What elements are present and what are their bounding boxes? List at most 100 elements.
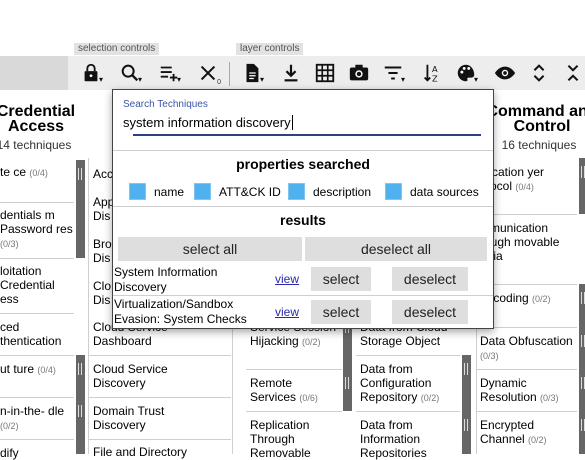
result-select-button[interactable]: select xyxy=(311,300,371,324)
filter-icon[interactable]: ▾ xyxy=(380,59,406,87)
select-all-button[interactable]: select all xyxy=(118,237,302,261)
multiselect-icon[interactable]: ▾ xyxy=(156,59,182,87)
cell-divider xyxy=(0,397,74,398)
expand-icon[interactable] xyxy=(526,59,552,87)
technique-name: Clo Dis xyxy=(93,279,112,307)
technique-cell[interactable]: Bro Dis xyxy=(93,237,113,265)
technique-cell[interactable]: te ce (0/4) xyxy=(0,165,72,180)
technique-name: n-in-the- dle xyxy=(0,404,65,418)
technique-name: File and Directory xyxy=(93,445,188,459)
lock-icon[interactable]: ▾ xyxy=(78,59,104,87)
technique-count: (0/4) xyxy=(29,168,48,178)
subtechnique-toggle[interactable] xyxy=(76,355,85,397)
deselect-all-button[interactable]: deselect all xyxy=(305,237,487,261)
camera-icon[interactable] xyxy=(346,59,372,87)
cell-divider xyxy=(356,411,460,412)
subtechnique-toggle[interactable] xyxy=(462,355,471,411)
technique-cell[interactable]: n-in-the- dle (0/2) xyxy=(0,404,72,433)
technique-cell[interactable]: dentials m Password res (0/3) xyxy=(0,208,76,251)
technique-cell[interactable]: mmunication rough movable edia xyxy=(480,221,576,263)
result-select-button[interactable]: select xyxy=(311,267,371,291)
result-name: System Information Discovery xyxy=(114,265,218,294)
deselect-count: 0 xyxy=(217,79,221,86)
technique-count: (0/2) xyxy=(302,337,321,347)
subtechnique-toggle[interactable] xyxy=(579,369,585,411)
technique-name: loitation Credential ess xyxy=(0,264,55,306)
toolbar-separator xyxy=(229,62,230,86)
cell-divider xyxy=(0,313,74,314)
technique-cell[interactable]: Remote Services (0/6) xyxy=(250,376,340,405)
svg-text:Z: Z xyxy=(432,73,438,83)
result-deselect-button[interactable]: deselect xyxy=(392,300,468,324)
technique-count: (0/2) xyxy=(0,421,19,431)
technique-name: ut ture xyxy=(0,362,35,376)
result-view-link[interactable]: view xyxy=(275,305,299,319)
technique-cell[interactable]: Encrypted Channel (0/2) xyxy=(480,418,576,447)
layer-controls-label: layer controls xyxy=(236,43,304,55)
color-icon[interactable]: ▾ xyxy=(453,59,479,87)
toolbar-left-strip xyxy=(0,56,68,90)
subtechnique-toggle[interactable] xyxy=(76,397,85,454)
property-data-sources-checkbox[interactable]: data sources xyxy=(385,183,479,200)
cell-divider xyxy=(89,397,231,398)
download-icon[interactable] xyxy=(278,59,304,87)
result-view-link[interactable]: view xyxy=(275,272,299,286)
toolbar: ▾ ▾ ▾ 0 ▾ ▾ AZ ▾ xyxy=(0,56,585,90)
technique-count: (0/4) xyxy=(515,182,534,192)
technique-cell[interactable]: App Dis xyxy=(93,195,114,223)
technique-cell[interactable]: Clo Dis xyxy=(93,279,113,307)
result-deselect-button[interactable]: deselect xyxy=(392,267,468,291)
cell-divider xyxy=(0,202,74,203)
collapse-icon[interactable] xyxy=(560,59,585,87)
property-attack-id-checkbox[interactable]: ATT&CK ID xyxy=(194,183,281,200)
subtechnique-toggle[interactable] xyxy=(579,158,585,214)
search-icon[interactable]: ▾ xyxy=(117,59,143,87)
sort-icon[interactable]: AZ xyxy=(419,59,445,87)
technique-cell[interactable]: Dynamic Resolution (0/3) xyxy=(480,376,576,405)
cell-divider xyxy=(246,411,342,412)
technique-cell[interactable]: File and Directory xyxy=(93,445,213,459)
subtechnique-toggle[interactable] xyxy=(462,411,471,454)
eye-icon[interactable] xyxy=(492,59,518,87)
subtechnique-toggle[interactable] xyxy=(579,411,585,454)
checkbox-icon xyxy=(385,183,402,200)
divider xyxy=(113,150,493,151)
technique-cell[interactable]: ut ture (0/4) xyxy=(0,362,72,377)
subtechnique-toggle[interactable] xyxy=(579,327,585,369)
technique-cell[interactable]: dify xyxy=(0,446,72,460)
technique-name: Cloud Service Discovery xyxy=(93,362,168,390)
technique-cell[interactable]: Data from Configuration Repository (0/2) xyxy=(360,362,460,405)
technique-name: Remote Services xyxy=(250,376,297,404)
technique-cell[interactable]: Domain Trust Discovery xyxy=(93,404,183,432)
layout-icon[interactable] xyxy=(312,59,338,87)
deselect-icon[interactable]: 0 xyxy=(195,59,221,87)
cell-divider xyxy=(0,258,74,259)
property-label: description xyxy=(313,184,372,199)
property-name-checkbox[interactable]: name xyxy=(129,183,184,200)
technique-count: (0/3) xyxy=(0,239,19,249)
subtechnique-toggle[interactable] xyxy=(76,160,85,258)
column-border xyxy=(88,158,89,454)
cell-divider xyxy=(246,369,342,370)
technique-cell[interactable]: Data Obfuscation (0/3) xyxy=(480,334,576,363)
cell-divider xyxy=(0,355,74,356)
checkbox-icon xyxy=(194,183,211,200)
technique-cell[interactable]: ta coding (0/2) xyxy=(480,291,576,306)
property-label: name xyxy=(154,184,185,199)
technique-cell[interactable]: plication yer otocol (0/4) xyxy=(480,165,576,194)
search-input[interactable]: system information discovery xyxy=(123,115,293,130)
subtechnique-toggle[interactable] xyxy=(343,369,352,411)
technique-cell[interactable]: Cloud Service Discovery xyxy=(93,362,183,390)
technique-count: (0/2) xyxy=(528,435,547,445)
search-label: Search Techniques xyxy=(123,99,208,110)
subtechnique-toggle[interactable] xyxy=(579,284,585,327)
technique-name: dify xyxy=(0,446,19,460)
cell-divider xyxy=(0,439,74,440)
technique-cell[interactable]: ced thentication xyxy=(0,320,72,348)
export-icon[interactable]: ▾ xyxy=(239,59,265,87)
results-title: results xyxy=(280,212,326,228)
technique-cell[interactable]: loitation Credential ess xyxy=(0,264,72,306)
cell-divider xyxy=(89,355,231,356)
technique-count: (0/3) xyxy=(540,393,559,403)
property-description-checkbox[interactable]: description xyxy=(288,183,371,200)
